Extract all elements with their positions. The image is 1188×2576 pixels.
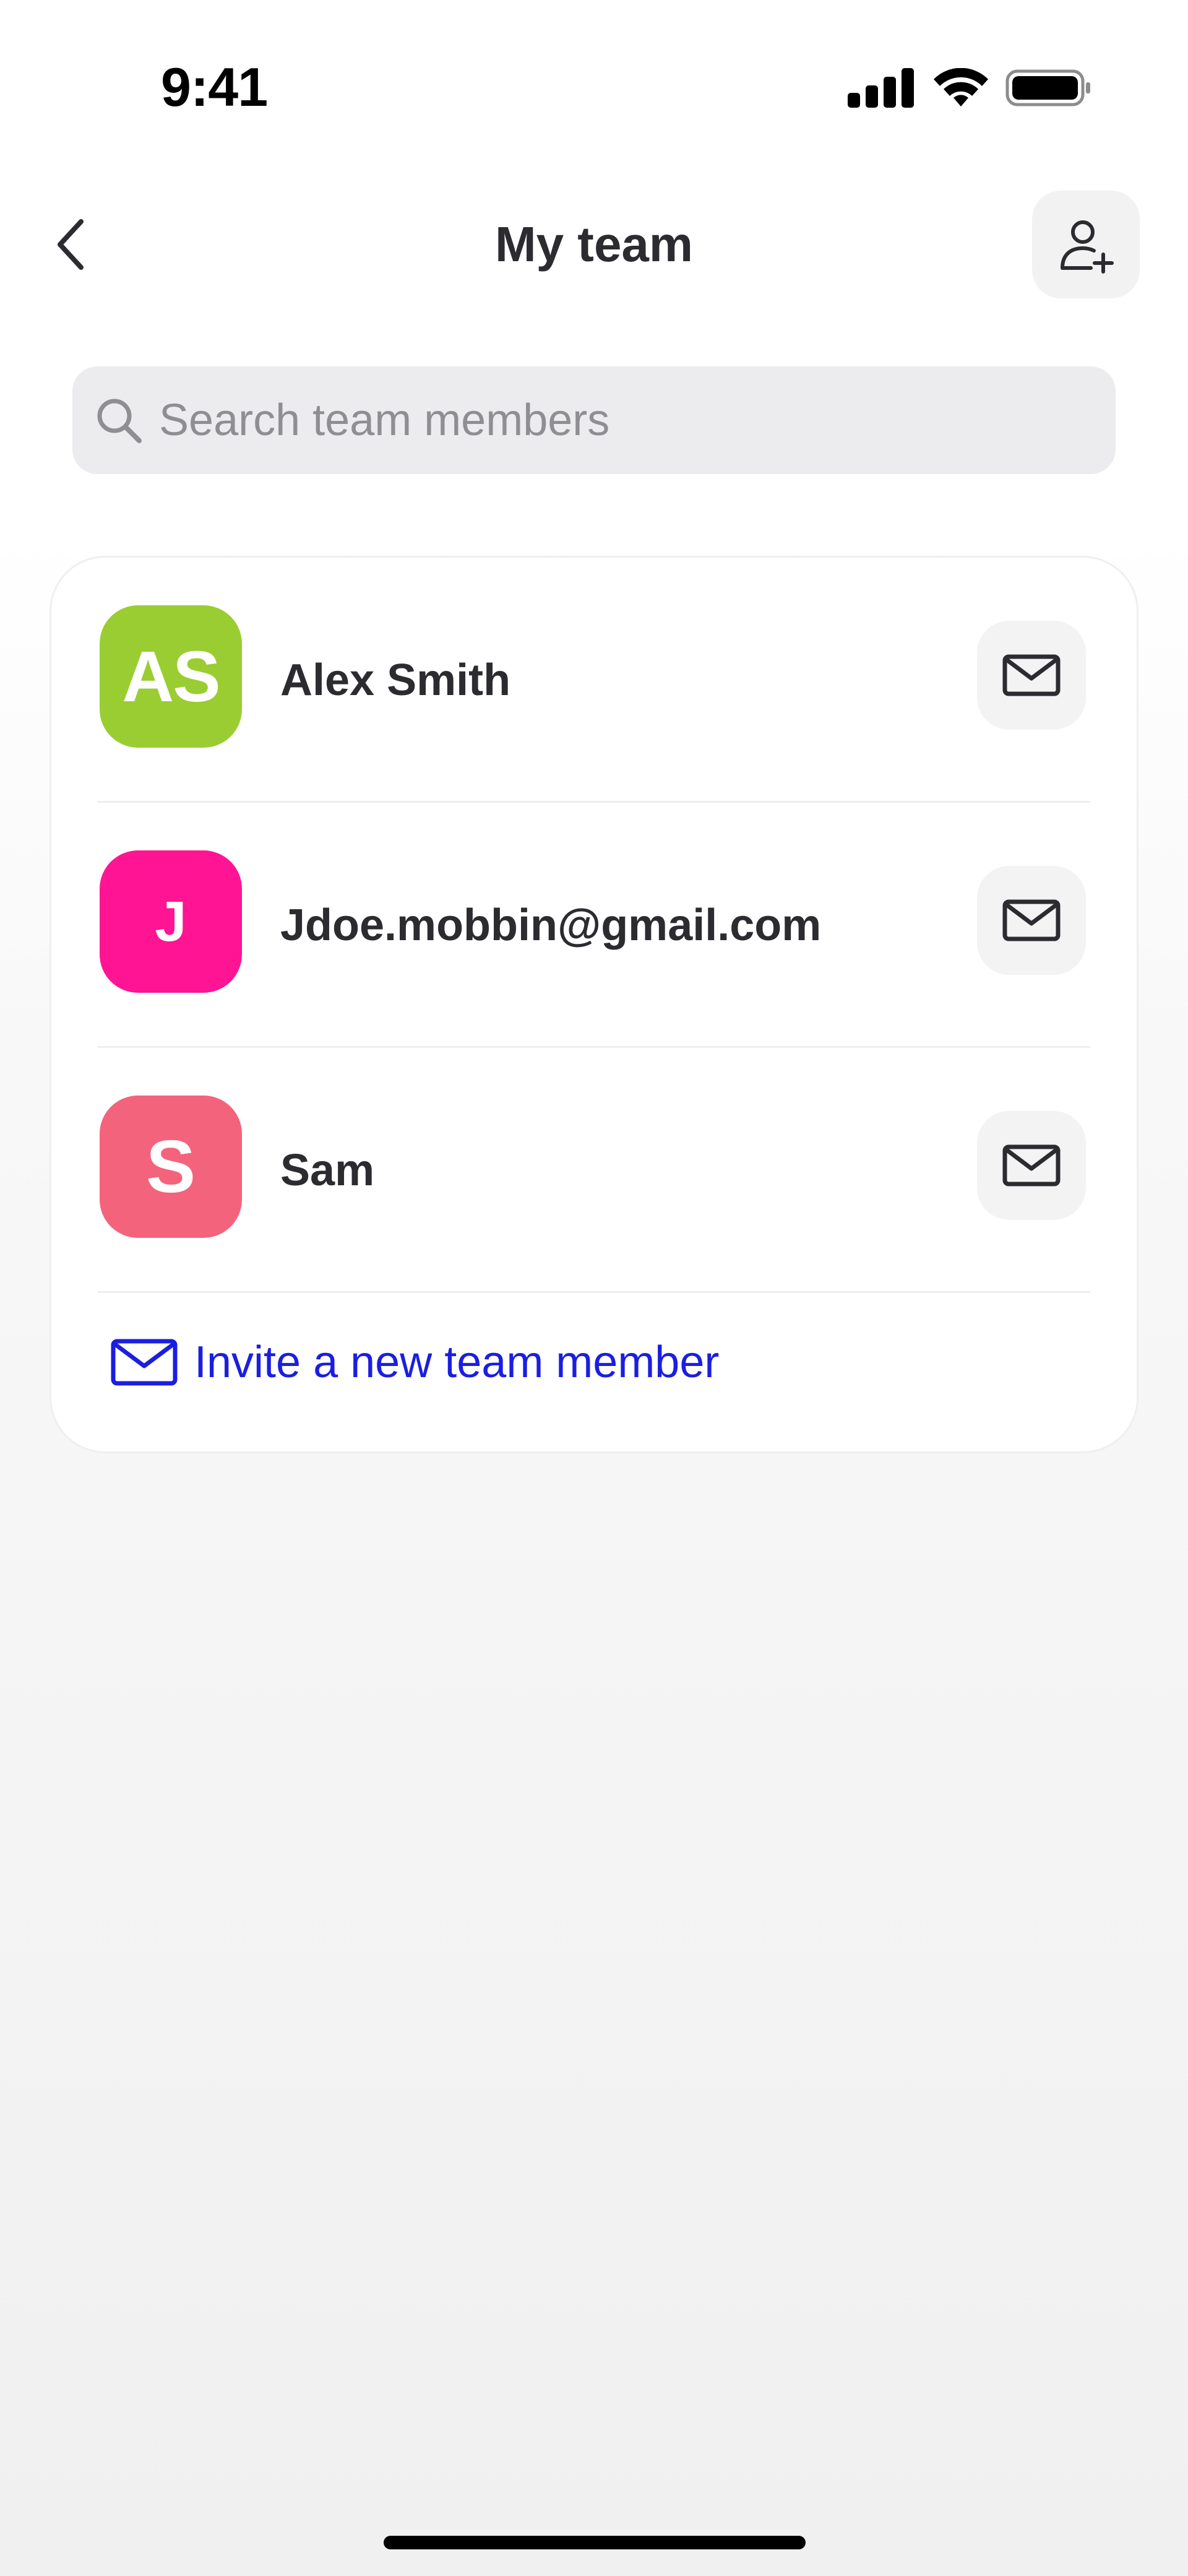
- list-item[interactable]: AS Alex Smith: [51, 558, 1137, 803]
- email-member-button[interactable]: [977, 866, 1086, 975]
- email-member-button[interactable]: [977, 621, 1086, 730]
- user-plus-icon: [1061, 220, 1114, 274]
- status-bar: 9:41: [0, 0, 1188, 179]
- status-icons: [848, 67, 1095, 111]
- member-name: Alex Smith: [280, 655, 511, 705]
- page-title: My team: [494, 217, 694, 272]
- divider: [98, 1291, 1090, 1293]
- list-item[interactable]: S Sam: [51, 1048, 1137, 1293]
- team-list-card: AS Alex Smith J Jdoe.mobbin@gmail.com S …: [50, 556, 1138, 1453]
- home-indicator[interactable]: [384, 2536, 806, 2549]
- invite-member-link[interactable]: Invite a new team member: [110, 1325, 719, 1399]
- search-icon: [97, 399, 142, 443]
- member-name: Sam: [280, 1146, 375, 1195]
- mail-icon: [111, 1339, 178, 1386]
- wifi-icon: [931, 67, 991, 108]
- invite-label: Invite a new team member: [194, 1338, 720, 1387]
- mail-icon: [1002, 654, 1061, 696]
- avatar-initials: J: [155, 889, 187, 953]
- search-input[interactable]: [159, 366, 1087, 474]
- battery-icon: [1005, 68, 1092, 108]
- avatar: S: [100, 1096, 242, 1238]
- member-name: Jdoe.mobbin@gmail.com: [280, 901, 822, 950]
- avatar: AS: [100, 605, 242, 748]
- mail-icon: [1002, 899, 1061, 941]
- search-bar[interactable]: [72, 366, 1116, 474]
- status-time: 9:41: [161, 56, 268, 118]
- email-member-button[interactable]: [977, 1111, 1086, 1220]
- list-item[interactable]: J Jdoe.mobbin@gmail.com: [51, 803, 1137, 1048]
- add-member-button[interactable]: [1032, 191, 1140, 298]
- avatar-initials: AS: [122, 636, 220, 717]
- signal-icon: [848, 68, 916, 108]
- avatar-initials: S: [145, 1125, 196, 1208]
- mail-icon: [1002, 1144, 1061, 1186]
- avatar: J: [100, 850, 242, 993]
